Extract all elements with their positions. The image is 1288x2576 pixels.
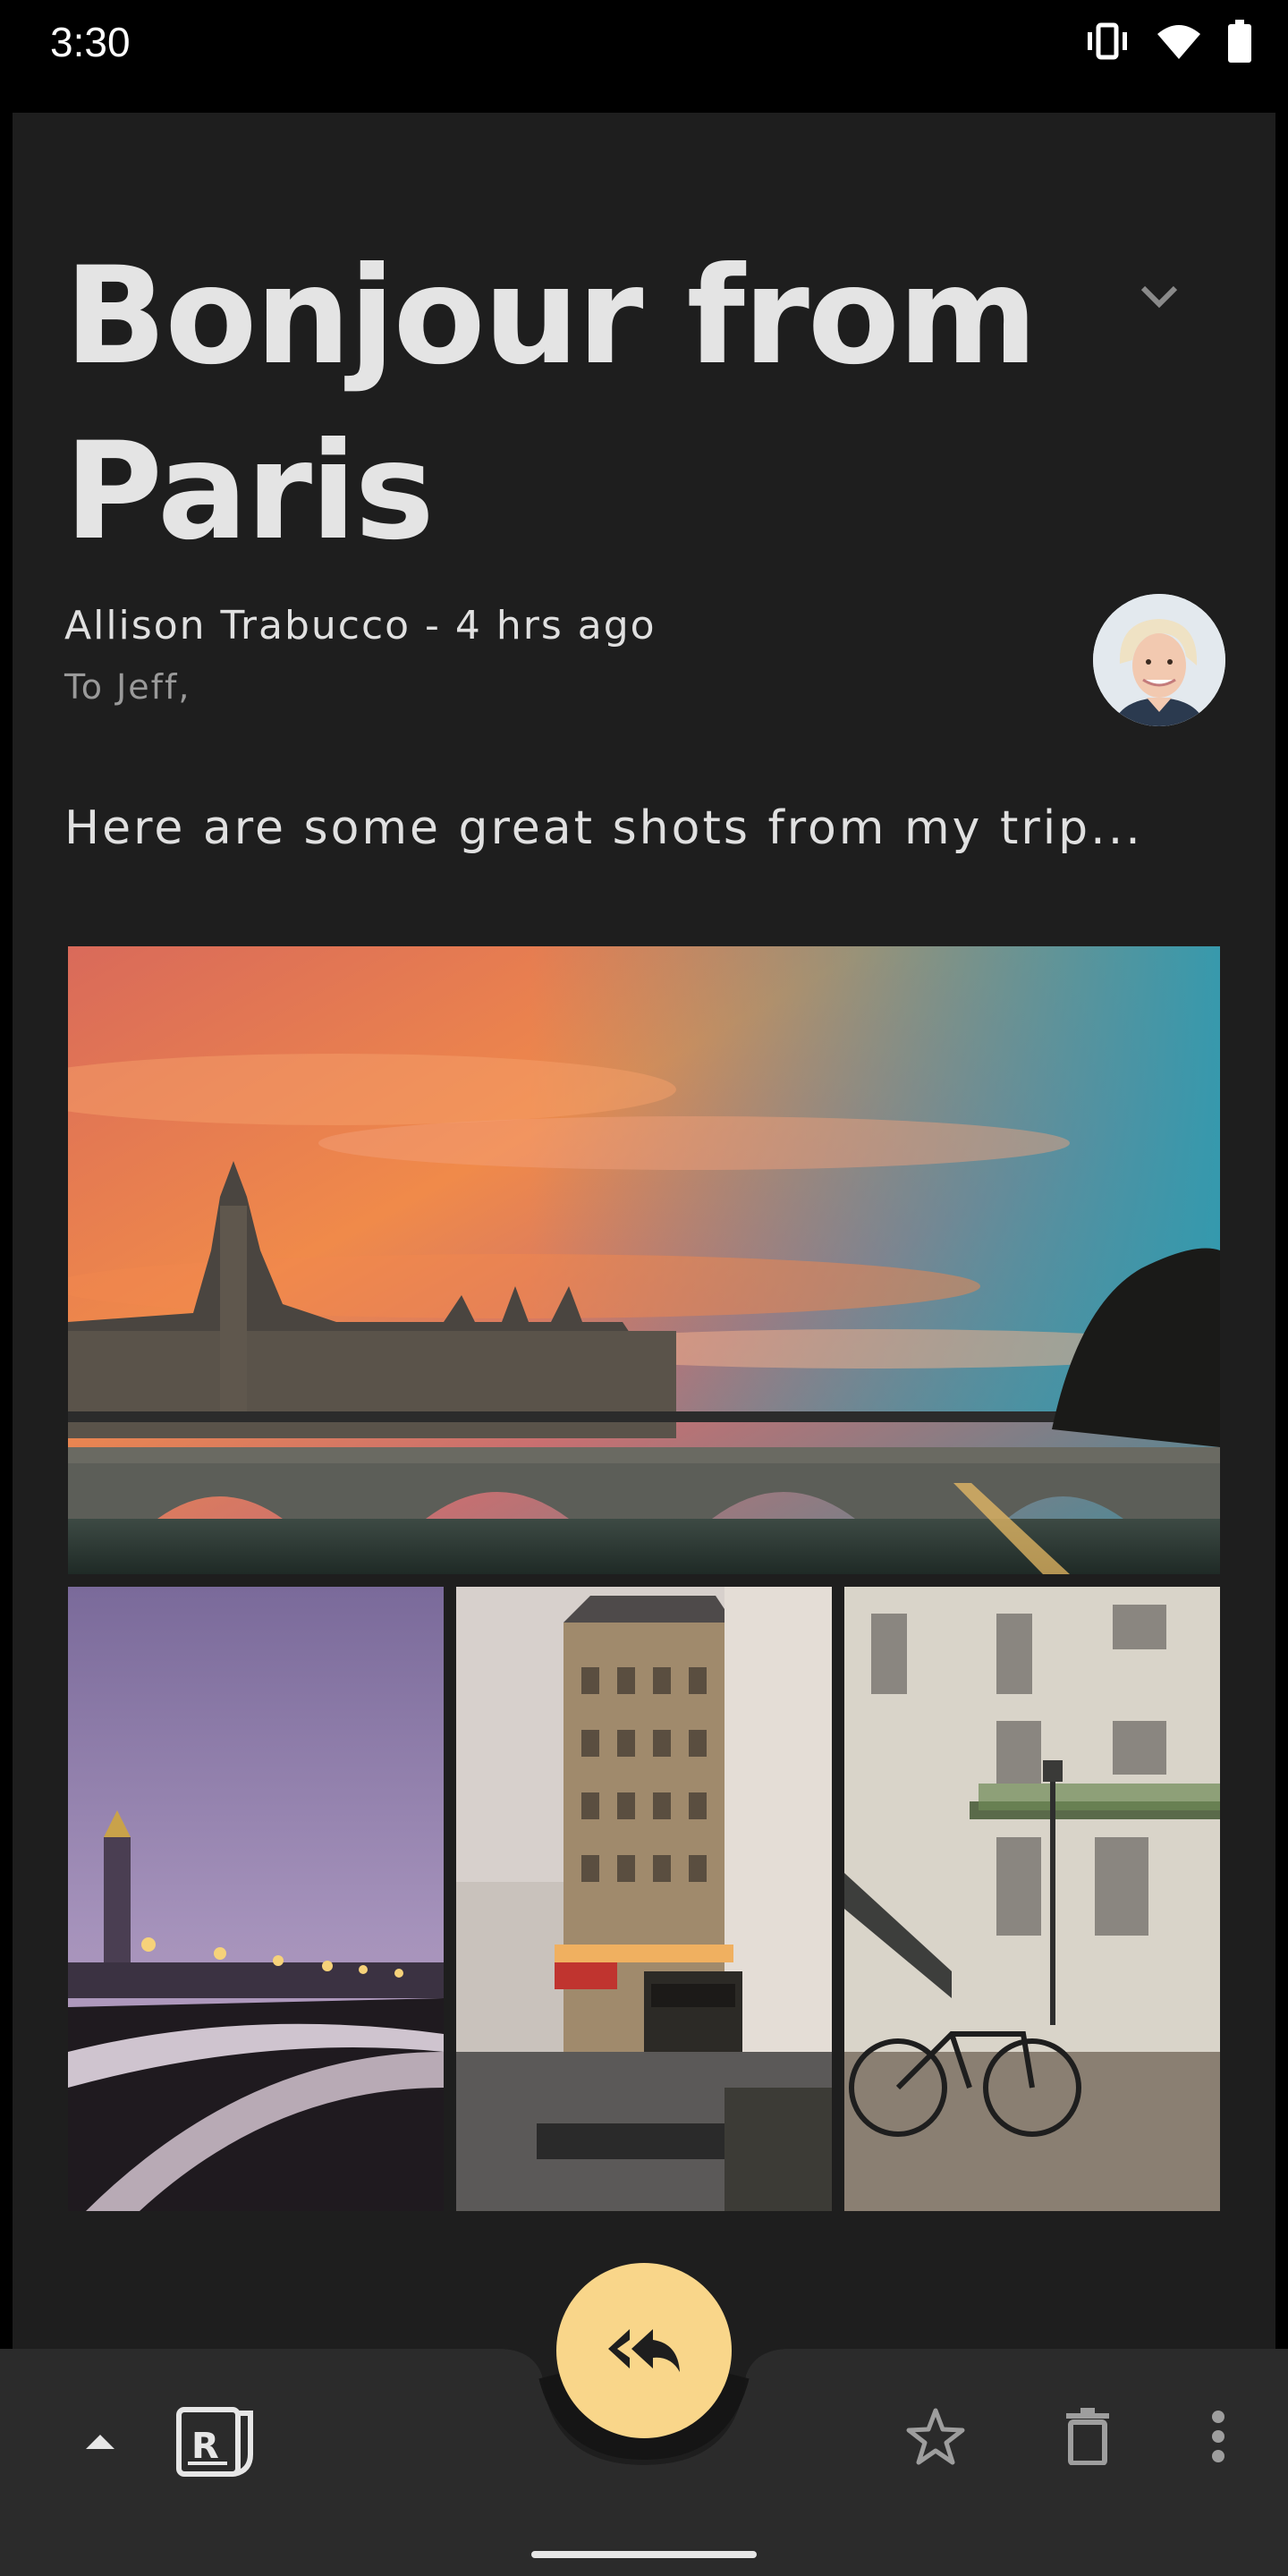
email-subject: Bonjour from Paris xyxy=(64,239,1038,570)
svg-text:R: R xyxy=(191,2426,219,2467)
star-icon xyxy=(906,2408,965,2465)
reply-logo-icon: R xyxy=(176,2407,253,2477)
reply-all-icon xyxy=(608,2329,680,2372)
status-time: 3:30 xyxy=(50,19,131,65)
star-button[interactable] xyxy=(900,2401,971,2472)
home-indicator[interactable] xyxy=(531,2551,757,2558)
chevron-down-icon xyxy=(1140,285,1178,309)
photo-featured[interactable] xyxy=(68,946,1220,1574)
chevron-up-icon xyxy=(86,2435,114,2449)
battery-icon xyxy=(1228,20,1251,63)
more-options-button[interactable] xyxy=(1199,2401,1238,2472)
recipient-line: To Jeff, xyxy=(64,667,191,707)
photo-grid-1[interactable] xyxy=(68,1587,444,2211)
wifi-icon xyxy=(1157,25,1200,59)
trash-icon xyxy=(1066,2408,1109,2465)
expand-email-button[interactable] xyxy=(1131,268,1188,326)
photo-grid-2[interactable] xyxy=(456,1587,832,2211)
vibrate-icon xyxy=(1088,22,1127,60)
avatar[interactable] xyxy=(1093,594,1225,726)
status-bar: 3:30 xyxy=(0,0,1288,113)
status-icons xyxy=(1084,20,1252,63)
photo-grid-3[interactable] xyxy=(844,1587,1220,2211)
more-vert-icon xyxy=(1212,2411,1224,2462)
email-body: Here are some great shots from my trip..… xyxy=(64,801,1143,855)
expand-menu-button[interactable] xyxy=(75,2417,125,2467)
delete-button[interactable] xyxy=(1052,2401,1123,2472)
sender-line: Allison Trabucco - 4 hrs ago xyxy=(64,603,657,648)
reply-logo-button[interactable]: R xyxy=(170,2397,259,2487)
reply-all-button[interactable] xyxy=(556,2263,732,2438)
